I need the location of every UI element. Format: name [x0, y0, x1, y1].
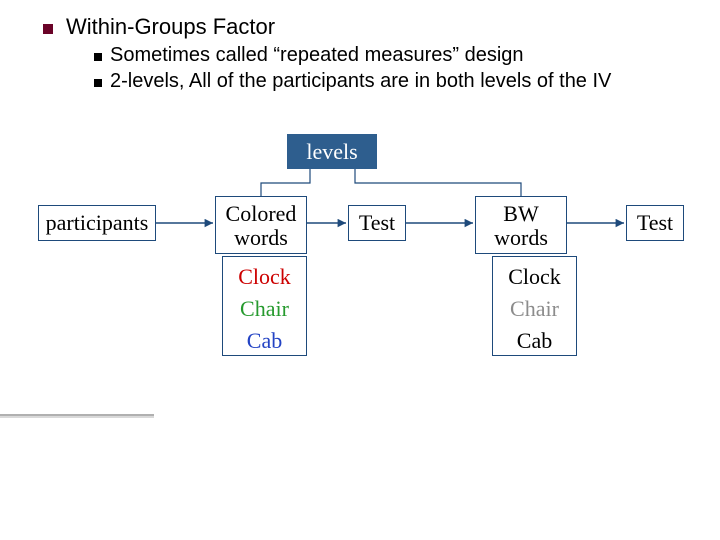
bw-words-box: BW words: [475, 196, 567, 254]
word-clock: Clock: [493, 261, 576, 293]
test-box-2: Test: [626, 205, 684, 241]
bullet-icon: [94, 79, 102, 87]
test-box-1: Test: [348, 205, 406, 241]
slide-accent-line: [0, 414, 154, 418]
colored-word-list: Clock Chair Cab: [222, 256, 307, 356]
bw-word-list: Clock Chair Cab: [492, 256, 577, 356]
levels-label-box: levels: [287, 134, 377, 169]
bullet-icon: [94, 53, 102, 61]
bullet-icon: [43, 24, 53, 34]
bullet-text-1: Sometimes called “repeated measures” des…: [110, 43, 670, 68]
word-chair: Chair: [493, 293, 576, 325]
participants-box: participants: [38, 205, 156, 241]
word-clock: Clock: [223, 261, 306, 293]
colored-words-box: Colored words: [215, 196, 307, 254]
word-chair: Chair: [223, 293, 306, 325]
word-cab: Cab: [223, 325, 306, 357]
section-title: Within-Groups Factor: [66, 14, 275, 40]
word-cab: Cab: [493, 325, 576, 357]
bullet-text-2-line1: 2-levels, All of the participants are in…: [110, 69, 640, 94]
